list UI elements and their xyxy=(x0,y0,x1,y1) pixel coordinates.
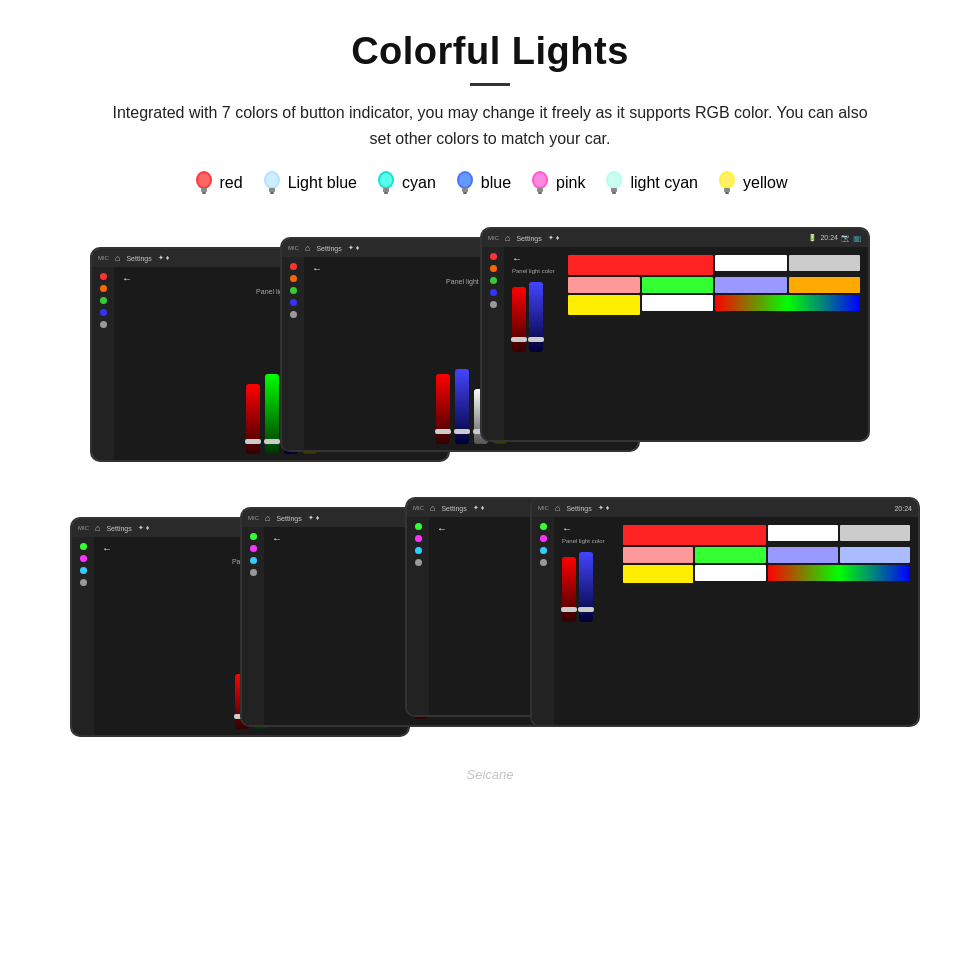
top-screen-3: MIC ⌂ Settings ✦ ♦ 🔋20:24📷📺 xyxy=(480,227,870,442)
pink-label: pink xyxy=(556,174,585,192)
pink-bulb-icon xyxy=(529,169,551,197)
page-title: Colorful Lights xyxy=(40,30,940,73)
svg-point-21 xyxy=(608,173,620,187)
svg-rect-2 xyxy=(201,188,207,192)
red-label: red xyxy=(220,174,243,192)
svg-rect-11 xyxy=(384,192,388,194)
svg-rect-10 xyxy=(383,188,389,192)
light-blue-label: Light blue xyxy=(288,174,357,192)
color-yellow: yellow xyxy=(716,169,787,197)
svg-rect-19 xyxy=(538,192,542,194)
light-blue-bulb-icon xyxy=(261,169,283,197)
red-bulb-icon xyxy=(193,169,215,197)
screen-topbar-3: MIC ⌂ Settings ✦ ♦ 🔋20:24📷📺 xyxy=(482,229,868,247)
svg-rect-3 xyxy=(202,192,206,194)
svg-point-25 xyxy=(721,173,733,187)
cyan-label: cyan xyxy=(402,174,436,192)
watermark: Seicane xyxy=(40,767,940,782)
color-pink: pink xyxy=(529,169,585,197)
bottom-screens-row: MIC ⌂ Settings ✦ ♦ ← Panel light c xyxy=(40,497,940,757)
color-legend: red Light blue cyan xyxy=(40,169,940,197)
svg-rect-14 xyxy=(462,188,468,192)
subtitle-text: Integrated with 7 colors of button indic… xyxy=(110,100,870,151)
light-cyan-label: light cyan xyxy=(630,174,698,192)
color-cyan: cyan xyxy=(375,169,436,197)
svg-rect-6 xyxy=(269,188,275,192)
light-cyan-bulb-icon xyxy=(603,169,625,197)
blue-label: blue xyxy=(481,174,511,192)
color-blue: blue xyxy=(454,169,511,197)
svg-rect-23 xyxy=(612,192,616,194)
color-red: red xyxy=(193,169,243,197)
yellow-label: yellow xyxy=(743,174,787,192)
color-grid xyxy=(568,255,860,315)
color-light-cyan: light cyan xyxy=(603,169,698,197)
svg-point-17 xyxy=(534,173,546,187)
svg-rect-27 xyxy=(725,192,729,194)
svg-point-1 xyxy=(198,173,210,187)
yellow-bulb-icon xyxy=(716,169,738,197)
svg-rect-26 xyxy=(724,188,730,192)
svg-point-5 xyxy=(266,173,278,187)
color-grid-bottom xyxy=(623,525,910,583)
title-divider xyxy=(470,83,510,86)
svg-rect-18 xyxy=(537,188,543,192)
cyan-bulb-icon xyxy=(375,169,397,197)
svg-rect-7 xyxy=(270,192,274,194)
top-screens-row: MIC ⌂ Settings ✦ ♦ MIC xyxy=(40,227,940,477)
header-section: Colorful Lights Integrated with 7 colors… xyxy=(40,30,940,151)
svg-point-13 xyxy=(459,173,471,187)
bottom-screen-4: MIC ⌂ Settings ✦ ♦ 20:24 xyxy=(530,497,920,727)
color-light-blue: Light blue xyxy=(261,169,357,197)
svg-point-9 xyxy=(380,173,392,187)
blue-bulb-icon xyxy=(454,169,476,197)
page-wrapper: Colorful Lights Integrated with 7 colors… xyxy=(0,0,980,802)
svg-rect-22 xyxy=(611,188,617,192)
svg-rect-15 xyxy=(463,192,467,194)
